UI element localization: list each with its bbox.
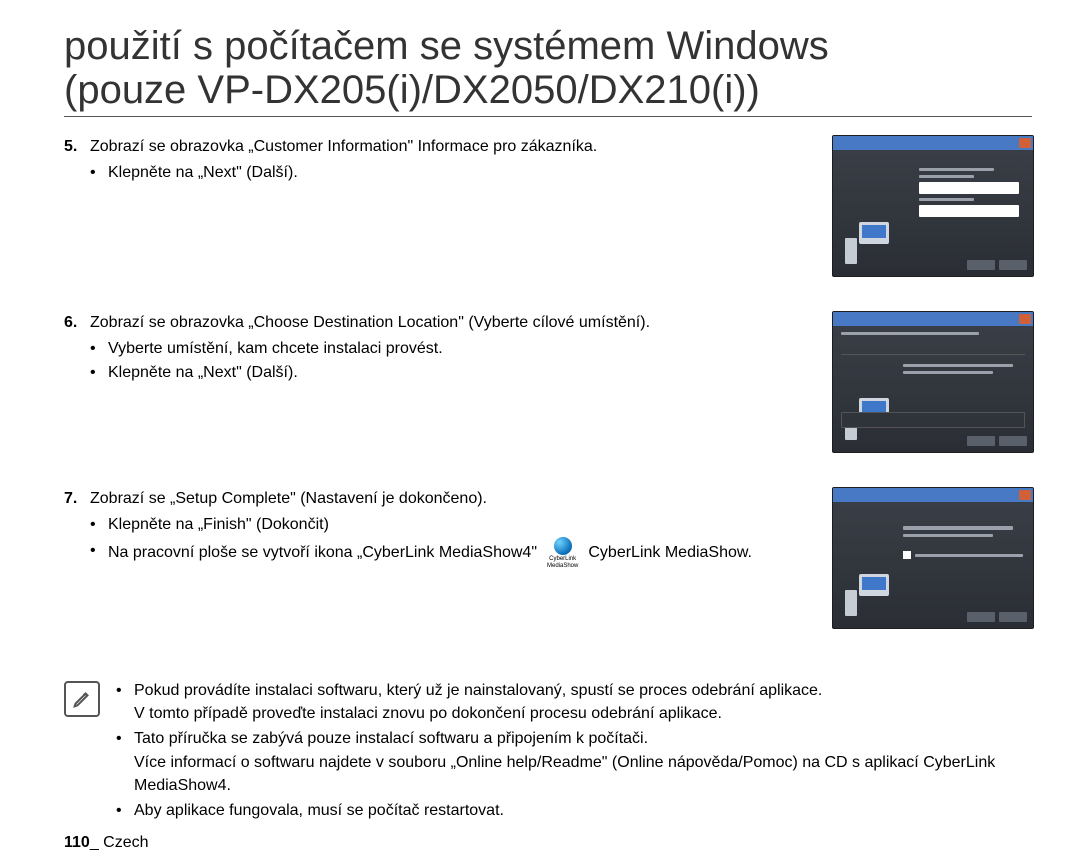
note-icon bbox=[64, 681, 100, 717]
close-icon bbox=[1019, 314, 1031, 324]
page-footer: 110_ Czech bbox=[64, 834, 149, 852]
close-icon bbox=[1019, 490, 1031, 500]
pencil-note-icon bbox=[71, 688, 93, 710]
note-2: Tato příručka se zabývá pouze instalací … bbox=[116, 727, 1032, 797]
step-6: 6. Zobrazí se obrazovka „Choose Destinat… bbox=[64, 311, 1032, 453]
installer-destination bbox=[832, 311, 1034, 453]
step-6-bullet-2: Klepněte na „Next" (Další). bbox=[90, 361, 808, 385]
installer-customer-info bbox=[832, 135, 1034, 277]
heading-line-1: použití s počítačem se systémem Windows bbox=[64, 24, 829, 68]
close-icon bbox=[1019, 138, 1031, 148]
step-7-screenshot bbox=[832, 487, 1032, 629]
step-7-number: 7. bbox=[64, 487, 84, 511]
step-6-bullet-1: Vyberte umístění, kam chcete instalaci p… bbox=[90, 337, 808, 361]
note-block: Pokud provádíte instalaci softwaru, kter… bbox=[64, 679, 1032, 824]
step-7-bullet-2-pre: Na pracovní ploše se vytvoří ikona „Cybe… bbox=[108, 541, 537, 565]
note-3: Aby aplikace fungovala, musí se počítač … bbox=[116, 799, 1032, 822]
step-5-text: 5. Zobrazí se obrazovka „Customer Inform… bbox=[64, 135, 808, 185]
monitor-icon bbox=[859, 222, 889, 244]
heading-rule bbox=[64, 116, 1032, 117]
step-6-text: 6. Zobrazí se obrazovka „Choose Destinat… bbox=[64, 311, 808, 385]
pc-tower-icon bbox=[845, 590, 857, 616]
step-6-number: 6. bbox=[64, 311, 84, 335]
step-5-bullet-1: Klepněte na „Next" (Další). bbox=[90, 161, 808, 185]
step-6-desc: Zobrazí se obrazovka „Choose Destination… bbox=[90, 311, 650, 335]
step-5-desc: Zobrazí se obrazovka „Customer Informati… bbox=[90, 135, 597, 159]
step-7-desc: Zobrazí se „Setup Complete" (Nastavení j… bbox=[90, 487, 487, 511]
step-7-bullet-2-post: CyberLink MediaShow. bbox=[588, 541, 752, 565]
globe-icon bbox=[554, 537, 572, 555]
page-number: 110 bbox=[64, 834, 90, 851]
step-7: 7. Zobrazí se „Setup Complete" (Nastaven… bbox=[64, 487, 1032, 629]
step-6-screenshot bbox=[832, 311, 1032, 453]
note-1: Pokud provádíte instalaci softwaru, kter… bbox=[116, 679, 1032, 725]
step-7-text: 7. Zobrazí se „Setup Complete" (Nastaven… bbox=[64, 487, 808, 569]
step-7-bullet-2: Na pracovní ploše se vytvoří ikona „Cybe… bbox=[90, 537, 808, 569]
page-lang: Czech bbox=[103, 834, 148, 851]
step-7-bullet-1: Klepněte na „Finish" (Dokončit) bbox=[90, 513, 808, 537]
step-5-screenshot bbox=[832, 135, 1032, 277]
step-5-number: 5. bbox=[64, 135, 84, 159]
manual-page: použití s počítačem se systémem Windows … bbox=[0, 0, 1080, 866]
checkbox-icon bbox=[903, 551, 911, 559]
pc-tower-icon bbox=[845, 238, 857, 264]
heading-line-2: (pouze VP-DX205(i)/DX2050/DX210(i)) bbox=[64, 68, 760, 112]
cyberlink-mediashow-icon: CyberLink MediaShow bbox=[547, 537, 578, 569]
monitor-icon bbox=[859, 574, 889, 596]
installer-complete bbox=[832, 487, 1034, 629]
page-heading: použití s počítačem se systémem Windows … bbox=[64, 24, 1032, 112]
note-list: Pokud provádíte instalaci softwaru, kter… bbox=[116, 679, 1032, 824]
step-5: 5. Zobrazí se obrazovka „Customer Inform… bbox=[64, 135, 1032, 277]
